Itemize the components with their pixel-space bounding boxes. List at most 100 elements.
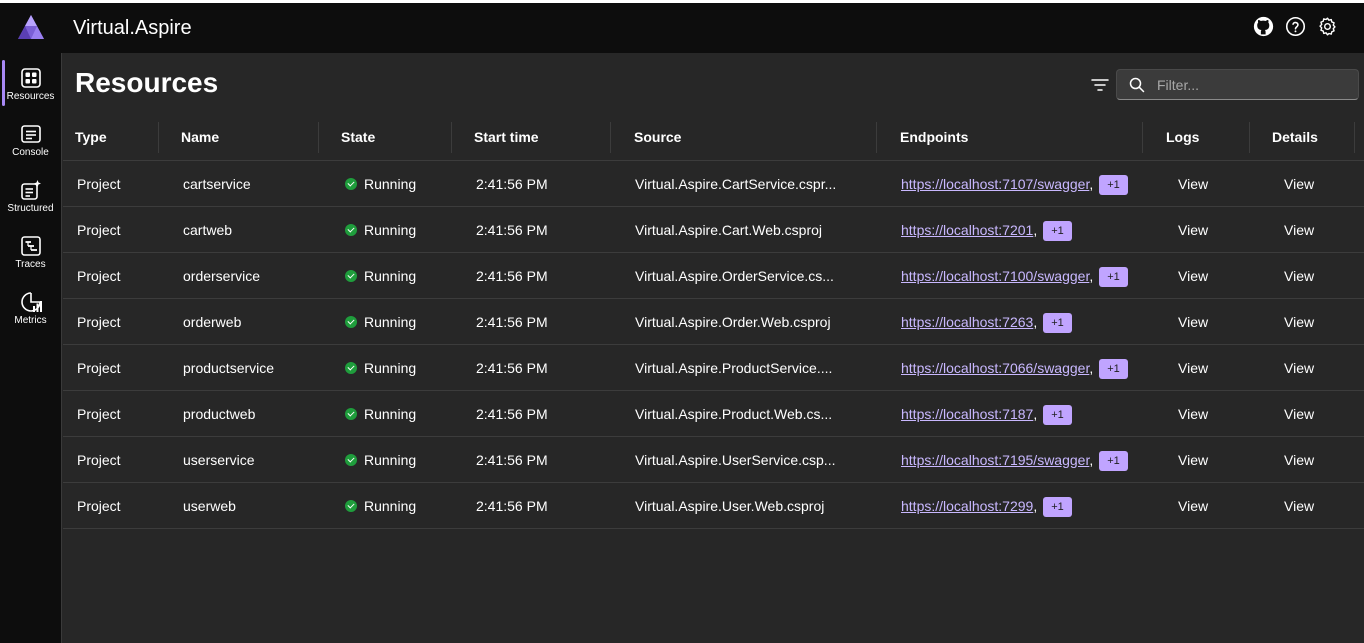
resource-name: productweb	[183, 406, 256, 422]
endpoint-link[interactable]: https://localhost:7066/swagger	[901, 360, 1089, 376]
column-header-endpoints[interactable]: Endpoints	[900, 121, 968, 161]
resource-source: Virtual.Aspire.ProductService....	[635, 360, 833, 376]
details-view-link[interactable]: View	[1284, 253, 1314, 299]
sidebar-nav: Resources Console Structured Traces Metr…	[0, 53, 62, 643]
logs-view-link[interactable]: View	[1178, 299, 1208, 345]
resources-table: Type Name State Start time Source Endpoi…	[63, 121, 1364, 529]
resource-source: Virtual.Aspire.Product.Web.cs...	[635, 406, 833, 422]
filter-icon[interactable]	[1089, 74, 1111, 96]
resource-source: Virtual.Aspire.OrderService.cs...	[635, 268, 834, 284]
aspire-logo-icon[interactable]	[17, 14, 45, 40]
column-header-details[interactable]: Details	[1272, 121, 1318, 161]
running-status-icon	[345, 500, 357, 512]
details-view-link[interactable]: View	[1284, 483, 1314, 529]
running-status-icon	[345, 316, 357, 328]
running-status-icon	[345, 224, 357, 236]
column-header-name[interactable]: Name	[181, 121, 219, 161]
resource-state: Running	[345, 345, 416, 391]
search-box	[1116, 69, 1359, 100]
column-separator[interactable]	[1249, 122, 1250, 153]
sidebar-item-label: Traces	[15, 259, 46, 270]
app-title: Virtual.Aspire	[73, 17, 192, 39]
column-header-source[interactable]: Source	[634, 121, 681, 161]
endpoint-more-badge[interactable]: +1	[1099, 267, 1128, 287]
logs-view-link[interactable]: View	[1178, 253, 1208, 299]
details-view-link[interactable]: View	[1284, 207, 1314, 253]
help-icon[interactable]	[1285, 16, 1306, 37]
resource-start-time: 2:41:56 PM	[476, 406, 548, 422]
state-label: Running	[364, 176, 417, 192]
table-header: Type Name State Start time Source Endpoi…	[63, 121, 1364, 161]
state-label: Running	[364, 268, 417, 284]
endpoint-more-badge[interactable]: +1	[1099, 175, 1128, 195]
running-status-icon	[345, 408, 357, 420]
endpoint-link[interactable]: https://localhost:7100/swagger	[901, 268, 1089, 284]
table-row: Project orderweb Running 2:41:56 PM Virt…	[63, 299, 1364, 345]
endpoint-link[interactable]: https://localhost:7195/swagger	[901, 452, 1089, 468]
endpoint-link[interactable]: https://localhost:7187	[901, 406, 1033, 422]
sidebar-item-traces[interactable]: Traces	[0, 225, 61, 277]
settings-icon[interactable]	[1317, 16, 1338, 37]
sidebar-item-metrics[interactable]: Metrics	[0, 281, 61, 333]
endpoint-more-badge[interactable]: +1	[1043, 313, 1072, 333]
logs-view-link[interactable]: View	[1178, 207, 1208, 253]
resource-start-time: 2:41:56 PM	[476, 268, 548, 284]
resource-state: Running	[345, 299, 416, 345]
resource-endpoints: https://localhost:7107/swagger, +1	[901, 161, 1128, 207]
resource-source: Virtual.Aspire.CartService.cspr...	[635, 176, 837, 192]
details-view-link[interactable]: View	[1284, 437, 1314, 483]
logs-view-link[interactable]: View	[1178, 391, 1208, 437]
endpoint-link[interactable]: https://localhost:7263	[901, 314, 1033, 330]
github-icon[interactable]	[1253, 16, 1274, 37]
column-separator[interactable]	[610, 122, 611, 153]
resource-endpoints: https://localhost:7299, +1	[901, 483, 1072, 529]
column-header-logs[interactable]: Logs	[1166, 121, 1199, 161]
logs-view-link[interactable]: View	[1178, 345, 1208, 391]
traces-icon	[20, 236, 41, 256]
endpoint-more-badge[interactable]: +1	[1043, 221, 1072, 241]
resource-name: cartweb	[183, 222, 233, 238]
column-separator[interactable]	[318, 122, 319, 153]
resource-type: Project	[77, 452, 121, 468]
details-view-link[interactable]: View	[1284, 345, 1314, 391]
logs-view-link[interactable]: View	[1178, 437, 1208, 483]
resource-start-time: 2:41:56 PM	[476, 452, 548, 468]
resource-name: userservice	[183, 452, 255, 468]
logs-view-link[interactable]: View	[1178, 483, 1208, 529]
details-view-link[interactable]: View	[1284, 391, 1314, 437]
details-view-link[interactable]: View	[1284, 161, 1314, 207]
endpoint-more-badge[interactable]: +1	[1099, 451, 1128, 471]
search-input[interactable]	[1157, 74, 1352, 96]
resource-endpoints: https://localhost:7201, +1	[901, 207, 1072, 253]
resource-state: Running	[345, 391, 416, 437]
endpoint-more-badge[interactable]: +1	[1043, 405, 1072, 425]
endpoint-more-badge[interactable]: +1	[1099, 359, 1128, 379]
sidebar-item-console[interactable]: Console	[0, 113, 61, 165]
resource-type: Project	[77, 222, 121, 238]
column-header-type[interactable]: Type	[75, 121, 107, 161]
table-row: Project productweb Running 2:41:56 PM Vi…	[63, 391, 1364, 437]
column-separator[interactable]	[876, 122, 877, 153]
endpoint-link[interactable]: https://localhost:7107/swagger	[901, 176, 1089, 192]
details-view-link[interactable]: View	[1284, 299, 1314, 345]
endpoint-link[interactable]: https://localhost:7201	[901, 222, 1033, 238]
column-separator[interactable]	[451, 122, 452, 153]
column-header-state[interactable]: State	[341, 121, 375, 161]
endpoint-link[interactable]: https://localhost:7299	[901, 498, 1033, 514]
state-label: Running	[364, 498, 417, 514]
column-separator[interactable]	[1354, 122, 1355, 153]
state-label: Running	[364, 222, 417, 238]
resource-source: Virtual.Aspire.Order.Web.csproj	[635, 314, 831, 330]
resource-type: Project	[77, 268, 121, 284]
endpoint-more-badge[interactable]: +1	[1043, 497, 1072, 517]
column-separator[interactable]	[1142, 122, 1143, 153]
sidebar-item-resources[interactable]: Resources	[0, 57, 61, 109]
column-header-start-time[interactable]: Start time	[474, 121, 539, 161]
state-label: Running	[364, 314, 417, 330]
column-separator[interactable]	[158, 122, 159, 153]
sidebar-item-structured[interactable]: Structured	[0, 169, 61, 221]
metrics-icon	[20, 292, 42, 312]
resource-type: Project	[77, 406, 121, 422]
logs-view-link[interactable]: View	[1178, 161, 1208, 207]
resource-start-time: 2:41:56 PM	[476, 360, 548, 376]
